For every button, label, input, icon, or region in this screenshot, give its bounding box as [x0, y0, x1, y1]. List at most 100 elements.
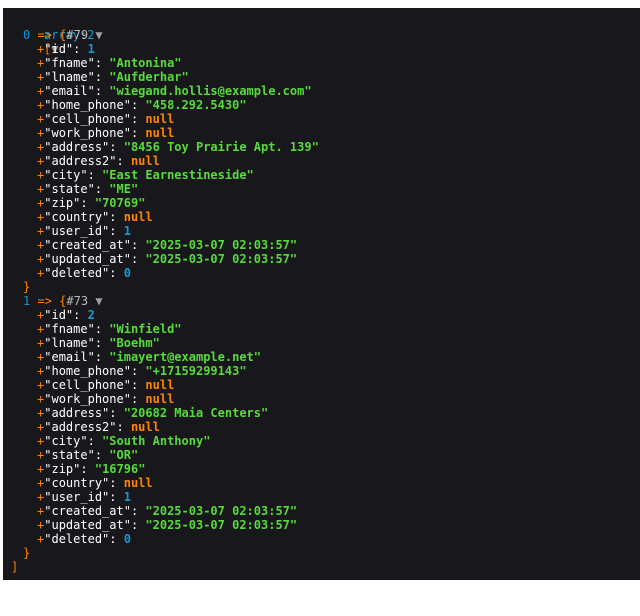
field-value: "16796"	[94, 462, 146, 476]
field-value: "2025-03-07 02:03:57"	[145, 252, 298, 266]
field-key: created_at	[51, 238, 124, 252]
arrow: =>	[37, 294, 52, 308]
field-key: id	[51, 308, 66, 322]
field-key: user_id	[51, 224, 103, 238]
field-key: work_phone	[51, 392, 124, 406]
field-value: "Antonina"	[109, 56, 182, 70]
field-row: +"email": "wiegand.hollis@example.com"	[37, 84, 312, 98]
field-value: "2025-03-07 02:03:57"	[145, 238, 298, 252]
field-row: +"country": null	[37, 476, 153, 490]
field-key: address	[51, 140, 103, 154]
field-row: +"address2": null	[37, 154, 160, 168]
field-value: 0	[123, 266, 131, 280]
dump-header: array:2 [▼	[3, 14, 640, 56]
field-value: 1	[123, 224, 131, 238]
field-key: home_phone	[51, 364, 124, 378]
field-value: null	[145, 112, 175, 126]
field-row: +"zip": "16796"	[37, 462, 146, 476]
record-index: 1	[23, 294, 31, 308]
field-value: "458.292.5430"	[145, 98, 247, 112]
field-value: null	[145, 378, 175, 392]
record-header: 0 => {#79 ▼	[3, 28, 640, 42]
field-key: fname	[51, 322, 88, 336]
field-value: 0	[123, 532, 131, 546]
field-key: address	[51, 406, 103, 420]
field-row: +"address": "8456 Toy Prairie Apt. 139"	[37, 140, 319, 154]
field-key: zip	[51, 196, 74, 210]
field-row: +"cell_phone": null	[37, 378, 175, 392]
field-key: lname	[51, 70, 88, 84]
field-key: lname	[51, 336, 88, 350]
field-key: address2	[51, 154, 110, 168]
close-brace: }	[23, 280, 31, 294]
field-key: address2	[51, 420, 110, 434]
field-row: +"state": "OR"	[37, 448, 139, 462]
arrow: =>	[37, 28, 52, 42]
var-dump-panel: array:2 [▼ 0 => {#79 ▼ +"id": 1 +"fname": …	[3, 8, 640, 580]
field-value: "+17159299143"	[145, 364, 247, 378]
field-key: state	[51, 448, 88, 462]
field-key: email	[51, 350, 88, 364]
field-value: "ME"	[109, 182, 139, 196]
field-row: +"created_at": "2025-03-07 02:03:57"	[37, 504, 298, 518]
field-value: "East Earnestineside"	[102, 168, 254, 182]
field-value: "70769"	[94, 196, 146, 210]
close-brace: }	[23, 546, 31, 560]
field-row: +"updated_at": "2025-03-07 02:03:57"	[37, 252, 298, 266]
field-key: deleted	[51, 266, 103, 280]
field-row: +"fname": "Antonina"	[37, 56, 182, 70]
record-header: 1 => {#73 ▼	[3, 294, 640, 308]
field-key: country	[51, 476, 103, 490]
field-row: +"address": "20682 Maia Centers"	[37, 406, 269, 420]
field-row: +"city": "East Earnestineside"	[37, 168, 254, 182]
field-key: state	[51, 182, 88, 196]
field-value: 2	[87, 308, 95, 322]
field-value: null	[123, 476, 153, 490]
object-ref: #79	[66, 28, 89, 42]
field-row: +"id": 2	[37, 308, 95, 322]
field-value: "Winfield"	[109, 322, 182, 336]
field-key: cell_phone	[51, 112, 124, 126]
field-key: zip	[51, 462, 74, 476]
field-value: null	[145, 126, 175, 140]
field-key: deleted	[51, 532, 103, 546]
field-key: work_phone	[51, 126, 124, 140]
field-row: +"work_phone": null	[37, 392, 175, 406]
field-value: "imayert@example.net"	[109, 350, 261, 364]
field-value: "Aufderhar"	[109, 70, 189, 84]
field-value: "South Anthony"	[102, 434, 211, 448]
field-row: +"address2": null	[37, 420, 160, 434]
collapse-toggle-icon[interactable]: ▼	[95, 294, 102, 308]
field-key: user_id	[51, 490, 103, 504]
field-row: +"user_id": 1	[37, 490, 131, 504]
field-row: +"email": "imayert@example.net"	[37, 350, 261, 364]
field-key: email	[51, 84, 88, 98]
collapse-toggle-icon[interactable]: ▼	[95, 28, 102, 42]
record-index: 0	[23, 28, 31, 42]
field-row: +"fname": "Winfield"	[37, 322, 182, 336]
field-key: fname	[51, 56, 88, 70]
field-value: null	[130, 154, 160, 168]
field-key: country	[51, 210, 103, 224]
field-value: "2025-03-07 02:03:57"	[145, 504, 298, 518]
field-value: "OR"	[109, 448, 139, 462]
field-value: "20682 Maia Centers"	[123, 406, 269, 420]
field-row: +"city": "South Anthony"	[37, 434, 211, 448]
field-value: "wiegand.hollis@example.com"	[109, 84, 312, 98]
field-row: +"deleted": 0	[37, 532, 131, 546]
field-value: 1	[87, 42, 95, 56]
field-row: +"zip": "70769"	[37, 196, 146, 210]
field-value: "Boehm"	[109, 336, 160, 350]
records-container: 0 => {#79 ▼ +"id": 1 +"fname": "Antonina" +…	[3, 28, 640, 560]
field-key: home_phone	[51, 98, 124, 112]
field-row: +"home_phone": "458.292.5430"	[37, 98, 247, 112]
field-row: +"lname": "Aufderhar"	[37, 70, 189, 84]
object-ref: #73	[66, 294, 89, 308]
field-value: null	[145, 392, 175, 406]
field-key: updated_at	[51, 518, 124, 532]
field-key: id	[51, 42, 66, 56]
close-bracket: ]	[11, 560, 19, 574]
field-key: cell_phone	[51, 378, 124, 392]
field-row: +"work_phone": null	[37, 126, 175, 140]
field-key: updated_at	[51, 252, 124, 266]
